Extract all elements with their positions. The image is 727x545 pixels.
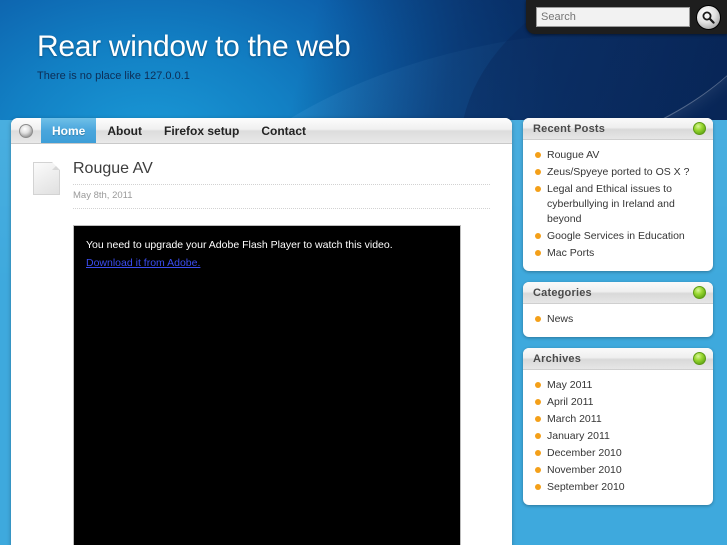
nav-item-contact[interactable]: Contact bbox=[250, 118, 317, 143]
list-item[interactable]: November 2010 bbox=[531, 462, 705, 479]
widget-recent-posts-header: Recent Posts bbox=[523, 118, 713, 140]
widget-categories: Categories News bbox=[523, 282, 713, 337]
flash-video-placeholder[interactable]: You need to upgrade your Adobe Flash Pla… bbox=[73, 225, 461, 545]
site-title: Rear window to the web bbox=[37, 30, 351, 63]
search-input[interactable] bbox=[536, 7, 690, 27]
list-item[interactable]: Zeus/Spyeye ported to OS X ? bbox=[531, 164, 705, 181]
list-item[interactable]: May 2011 bbox=[531, 377, 705, 394]
list-item[interactable]: March 2011 bbox=[531, 411, 705, 428]
widget-categories-header: Categories bbox=[523, 282, 713, 304]
site-tagline: There is no place like 127.0.0.1 bbox=[37, 70, 190, 82]
recent-posts-list: Rougue AV Zeus/Spyeye ported to OS X ? L… bbox=[531, 147, 705, 262]
article-title: Rougue AV bbox=[73, 160, 490, 185]
main-content-panel: Home About Firefox setup Contact Rougue … bbox=[11, 118, 512, 545]
nav-item-home[interactable]: Home bbox=[41, 118, 97, 143]
site-header: Rear window to the web There is no place… bbox=[0, 0, 727, 120]
nav-item-about[interactable]: About bbox=[96, 118, 153, 143]
list-item[interactable]: Mac Ports bbox=[531, 245, 705, 262]
categories-list: News bbox=[531, 311, 705, 328]
green-orb-icon[interactable] bbox=[693, 122, 706, 135]
widget-archives-title: Archives bbox=[533, 352, 582, 365]
primary-navigation: Home About Firefox setup Contact bbox=[11, 118, 512, 144]
sidebar: Recent Posts Rougue AV Zeus/Spyeye porte… bbox=[523, 118, 713, 516]
green-orb-icon[interactable] bbox=[693, 352, 706, 365]
list-item[interactable]: September 2010 bbox=[531, 479, 705, 496]
document-icon bbox=[33, 162, 60, 195]
grey-orb-icon bbox=[19, 123, 33, 138]
list-item[interactable]: April 2011 bbox=[531, 394, 705, 411]
widget-recent-posts-title: Recent Posts bbox=[533, 122, 606, 135]
download-flash-link[interactable]: Download it from Adobe. bbox=[86, 257, 200, 269]
search-widget bbox=[526, 0, 727, 34]
list-item[interactable]: Rougue AV bbox=[531, 147, 705, 164]
green-orb-icon[interactable] bbox=[693, 286, 706, 299]
list-item[interactable]: December 2010 bbox=[531, 445, 705, 462]
article-date: May 8th, 2011 bbox=[73, 185, 490, 209]
list-item[interactable]: Legal and Ethical issues to cyberbullyin… bbox=[531, 181, 705, 228]
article-header: Rougue AV May 8th, 2011 bbox=[33, 160, 490, 209]
list-item[interactable]: January 2011 bbox=[531, 428, 705, 445]
widget-archives-header: Archives bbox=[523, 348, 713, 370]
search-icon bbox=[701, 10, 716, 25]
list-item[interactable]: Google Services in Education bbox=[531, 228, 705, 245]
archives-list: May 2011 April 2011 March 2011 January 2… bbox=[531, 377, 705, 496]
widget-categories-title: Categories bbox=[533, 286, 592, 299]
list-item[interactable]: News bbox=[531, 311, 705, 328]
widget-archives: Archives May 2011 April 2011 March 2011 … bbox=[523, 348, 713, 505]
flash-upgrade-message: You need to upgrade your Adobe Flash Pla… bbox=[86, 239, 393, 251]
search-button[interactable] bbox=[696, 4, 721, 30]
nav-item-firefox-setup[interactable]: Firefox setup bbox=[153, 118, 250, 143]
widget-recent-posts: Recent Posts Rougue AV Zeus/Spyeye porte… bbox=[523, 118, 713, 271]
article: Rougue AV May 8th, 2011 You need to upgr… bbox=[11, 144, 512, 545]
